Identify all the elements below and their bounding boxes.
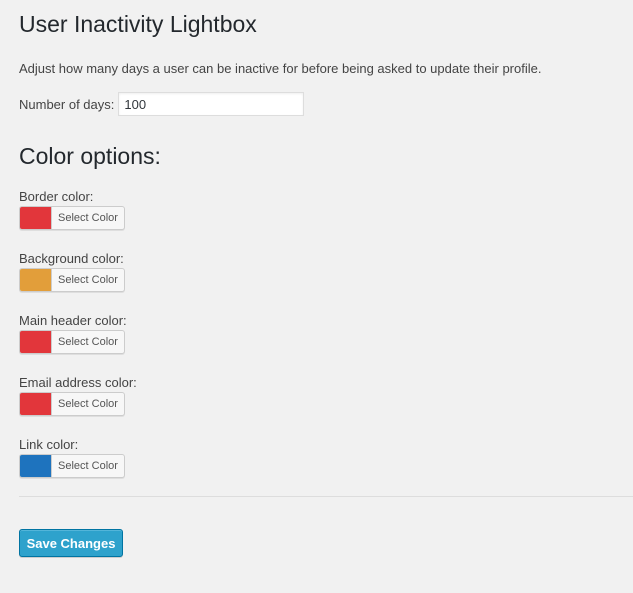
days-input[interactable] (118, 92, 305, 116)
main-header-color-swatch[interactable] (20, 331, 52, 353)
link-color-label: Link color: (19, 437, 79, 452)
link-color-picker[interactable]: Select Color (19, 454, 125, 478)
page-description: Adjust how many days a user can be inact… (19, 61, 542, 76)
main-header-color-picker[interactable]: Select Color (19, 330, 125, 354)
link-color-swatch[interactable] (20, 455, 52, 477)
color-options-heading: Color options: (19, 143, 161, 169)
border-color-field: Border color: Select Color (19, 189, 125, 234)
page-title: User Inactivity Lightbox (19, 11, 257, 37)
email-address-color-field: Email address color: Select Color (19, 375, 137, 420)
select-color-button[interactable]: Select Color (52, 393, 124, 415)
days-row: Number of days: (19, 92, 305, 116)
border-color-picker[interactable]: Select Color (19, 206, 125, 230)
background-color-picker[interactable]: Select Color (19, 268, 125, 292)
border-color-swatch[interactable] (20, 207, 52, 229)
select-color-button[interactable]: Select Color (52, 455, 124, 477)
section-divider (19, 496, 633, 497)
email-address-color-swatch[interactable] (20, 393, 52, 415)
main-header-color-label: Main header color: (19, 313, 127, 328)
save-changes-button[interactable]: Save Changes (19, 529, 123, 557)
select-color-button[interactable]: Select Color (52, 331, 124, 353)
email-address-color-label: Email address color: (19, 375, 137, 390)
link-color-field: Link color: Select Color (19, 437, 125, 482)
background-color-swatch[interactable] (20, 269, 52, 291)
select-color-button[interactable]: Select Color (52, 207, 124, 229)
days-label: Number of days: (19, 96, 115, 112)
select-color-button[interactable]: Select Color (52, 269, 124, 291)
main-header-color-field: Main header color: Select Color (19, 313, 127, 358)
background-color-label: Background color: (19, 251, 124, 266)
background-color-field: Background color: Select Color (19, 251, 125, 296)
border-color-label: Border color: (19, 189, 94, 204)
email-address-color-picker[interactable]: Select Color (19, 392, 125, 416)
